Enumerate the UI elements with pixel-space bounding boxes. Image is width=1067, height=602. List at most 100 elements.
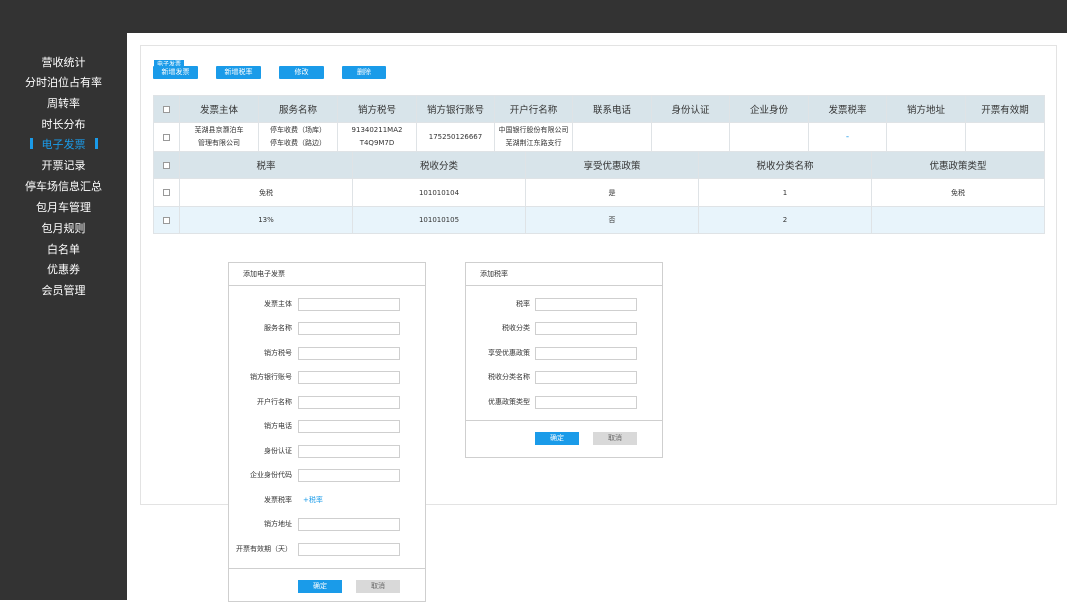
seller-address-input[interactable] <box>298 518 400 531</box>
table-row[interactable]: 免税 101010104 是 1 免税 <box>153 178 1045 207</box>
dialog-footer-divider <box>229 568 425 569</box>
invoice-validity-days-input[interactable] <box>298 543 400 556</box>
cell-validity <box>965 122 1045 152</box>
select-all-checkbox[interactable] <box>163 105 170 113</box>
sidebar-item-monthly-cars[interactable]: 包月车管理 <box>0 198 127 218</box>
cell-subject-line1: 芜湖县京灏泊车 <box>194 126 244 134</box>
cell-address <box>886 122 966 152</box>
sidebar-item-revenue-stats[interactable]: 营收统计 <box>0 53 127 73</box>
sidebar-item-label: 优惠券 <box>47 263 80 276</box>
field-label: 税收分类 <box>502 324 530 332</box>
sidebar-item-label: 时长分布 <box>41 118 86 131</box>
tax-category-input[interactable] <box>535 322 637 335</box>
sidebar-item-label: 包月车管理 <box>36 201 91 214</box>
sidebar-item-parking-summary[interactable]: 停车场信息汇总 <box>0 177 127 197</box>
add-tax-rate-dialog: 添加税率 税率 税收分类 享受优惠政策 税收分类名称 优惠政策类型 确定 取消 <box>465 262 663 458</box>
sidebar-item-label: 会员管理 <box>41 284 86 297</box>
field-label: 销方电话 <box>264 422 292 430</box>
cell-category-name: 2 <box>698 206 872 234</box>
edit-button[interactable]: 修改 <box>279 66 324 79</box>
field-label: 开票有效期（天） <box>236 545 292 553</box>
cell-category: 101010105 <box>352 206 526 234</box>
cell-category-name: 1 <box>698 178 872 207</box>
service-name-input[interactable] <box>298 322 400 335</box>
rate-cancel-button[interactable]: 取消 <box>593 432 637 445</box>
header-validity: 开票有效期 <box>965 95 1045 123</box>
seller-tax-no-input[interactable] <box>298 347 400 360</box>
sidebar-item-label: 开票记录 <box>41 159 86 172</box>
invoice-ok-button[interactable]: 确定 <box>298 580 342 593</box>
sidebar-item-members[interactable]: 会员管理 <box>0 281 127 301</box>
cell-rate: 13% <box>179 206 353 234</box>
bank-name-input[interactable] <box>298 396 400 409</box>
field-label: 销方地址 <box>264 520 292 528</box>
policy-type-input[interactable] <box>535 396 637 409</box>
cell-category: 101010104 <box>352 178 526 207</box>
cell-identity-auth <box>651 122 730 152</box>
field-label: 发票主体 <box>264 300 292 308</box>
sidebar-item-monthly-rules[interactable]: 包月规则 <box>0 219 127 239</box>
tax-select-all-checkbox[interactable] <box>163 161 170 169</box>
tax-select-all-cell[interactable] <box>153 151 180 179</box>
tax-rate-table: 税率 税收分类 享受优惠政策 税收分类名称 优惠政策类型 免税 10101010… <box>153 151 1045 234</box>
seller-bank-account-input[interactable] <box>298 371 400 384</box>
header-preferential: 享受优惠政策 <box>525 151 699 179</box>
invoice-subject-input[interactable] <box>298 298 400 311</box>
header-address: 销方地址 <box>886 95 966 123</box>
cell-service: 停车收费（场库） 停车收费（路边） <box>258 122 338 152</box>
field-label: 企业身份代码 <box>250 471 292 479</box>
cell-bank-name-line2: 芜湖荆江东路支行 <box>505 139 562 147</box>
cell-enterprise-identity <box>729 122 809 152</box>
enterprise-identity-code-input[interactable] <box>298 469 400 482</box>
header-bank-account: 销方银行账号 <box>416 95 495 123</box>
tax-rate-input[interactable] <box>535 298 637 311</box>
header-subject: 发票主体 <box>179 95 259 123</box>
cell-tax-rate[interactable]: - <box>808 122 887 152</box>
row-select-cell[interactable] <box>153 178 180 207</box>
invoice-cancel-button[interactable]: 取消 <box>356 580 400 593</box>
sidebar-item-berth-occupancy[interactable]: 分时泊位占有率 <box>0 73 127 93</box>
cell-tax-no-line1: 91340211MA2 <box>351 126 403 134</box>
field-label: 服务名称 <box>264 324 292 332</box>
row-checkbox[interactable] <box>163 189 170 196</box>
field-label: 税收分类名称 <box>488 373 530 381</box>
select-all-cell[interactable] <box>153 95 180 123</box>
invoice-table: 发票主体 服务名称 销方税号 销方银行账号 开户行名称 联系电话 身份认证 企业… <box>153 95 1045 152</box>
add-tax-rate-button[interactable]: 新增税率 <box>216 66 261 79</box>
sidebar-item-coupons[interactable]: 优惠券 <box>0 260 127 280</box>
sidebar-item-whitelist[interactable]: 白名单 <box>0 240 127 260</box>
add-tax-rate-link[interactable]: +税率 <box>303 494 323 507</box>
sidebar-item-turnover-rate[interactable]: 周转率 <box>0 94 127 114</box>
rate-ok-button[interactable]: 确定 <box>535 432 579 445</box>
row-select-cell[interactable] <box>153 206 180 234</box>
top-bar <box>0 0 1067 33</box>
sidebar-item-label: 包月规则 <box>41 222 86 235</box>
cell-bank-name-line1: 中国银行股份有限公司 <box>498 126 569 134</box>
sidebar-item-label: 营收统计 <box>41 56 86 69</box>
add-invoice-button[interactable]: 新增发票 <box>153 66 198 79</box>
field-label: 销方银行账号 <box>250 373 292 381</box>
cell-tax-no-line2: T4Q9M7D <box>359 139 395 147</box>
cell-policy-type <box>871 206 1045 234</box>
header-tax-rate: 发票税率 <box>808 95 887 123</box>
tax-category-name-input[interactable] <box>535 371 637 384</box>
preferential-policy-input[interactable] <box>535 347 637 360</box>
seller-phone-input[interactable] <box>298 420 400 433</box>
sidebar-item-invoice-records[interactable]: 开票记录 <box>0 156 127 176</box>
table-header-row: 发票主体 服务名称 销方税号 销方银行账号 开户行名称 联系电话 身份认证 企业… <box>153 95 1045 123</box>
identity-auth-input[interactable] <box>298 445 400 458</box>
dialog-title: 添加税率 <box>466 263 662 286</box>
field-label: 开户行名称 <box>257 398 292 406</box>
delete-button[interactable]: 删除 <box>342 66 386 79</box>
sidebar-item-duration-distribution[interactable]: 时长分布 <box>0 115 127 135</box>
field-label: 优惠政策类型 <box>488 398 530 406</box>
row-checkbox[interactable] <box>163 133 170 141</box>
header-identity-auth: 身份认证 <box>651 95 730 123</box>
dialog-title: 添加电子发票 <box>229 263 425 286</box>
table-row[interactable]: 芜湖县京灏泊车 管理有限公司 停车收费（场库） 停车收费（路边） 91340211M… <box>153 122 1045 152</box>
table-row[interactable]: 13% 101010105 否 2 <box>153 206 1045 234</box>
sidebar-item-e-invoice[interactable]: 电子发票 <box>0 135 127 155</box>
cell-policy-type: 免税 <box>871 178 1045 207</box>
row-select-cell[interactable] <box>153 122 180 152</box>
row-checkbox[interactable] <box>163 216 170 224</box>
